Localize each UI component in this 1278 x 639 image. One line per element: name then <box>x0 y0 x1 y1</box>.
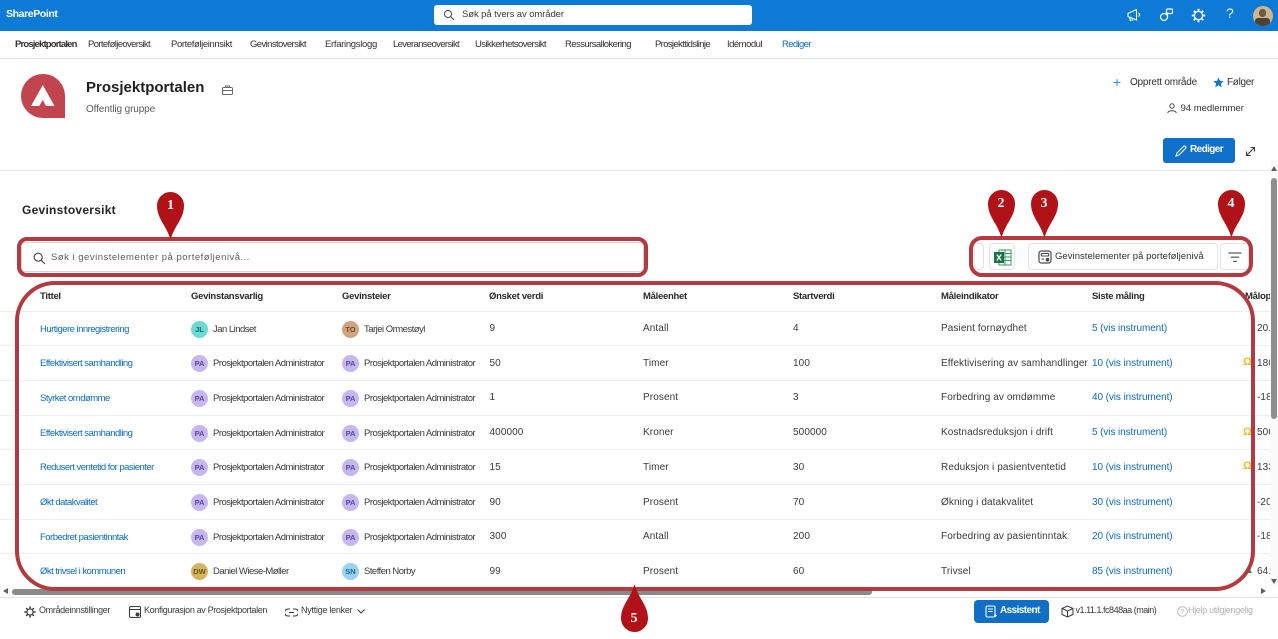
svg-text:?: ? <box>1180 609 1184 616</box>
